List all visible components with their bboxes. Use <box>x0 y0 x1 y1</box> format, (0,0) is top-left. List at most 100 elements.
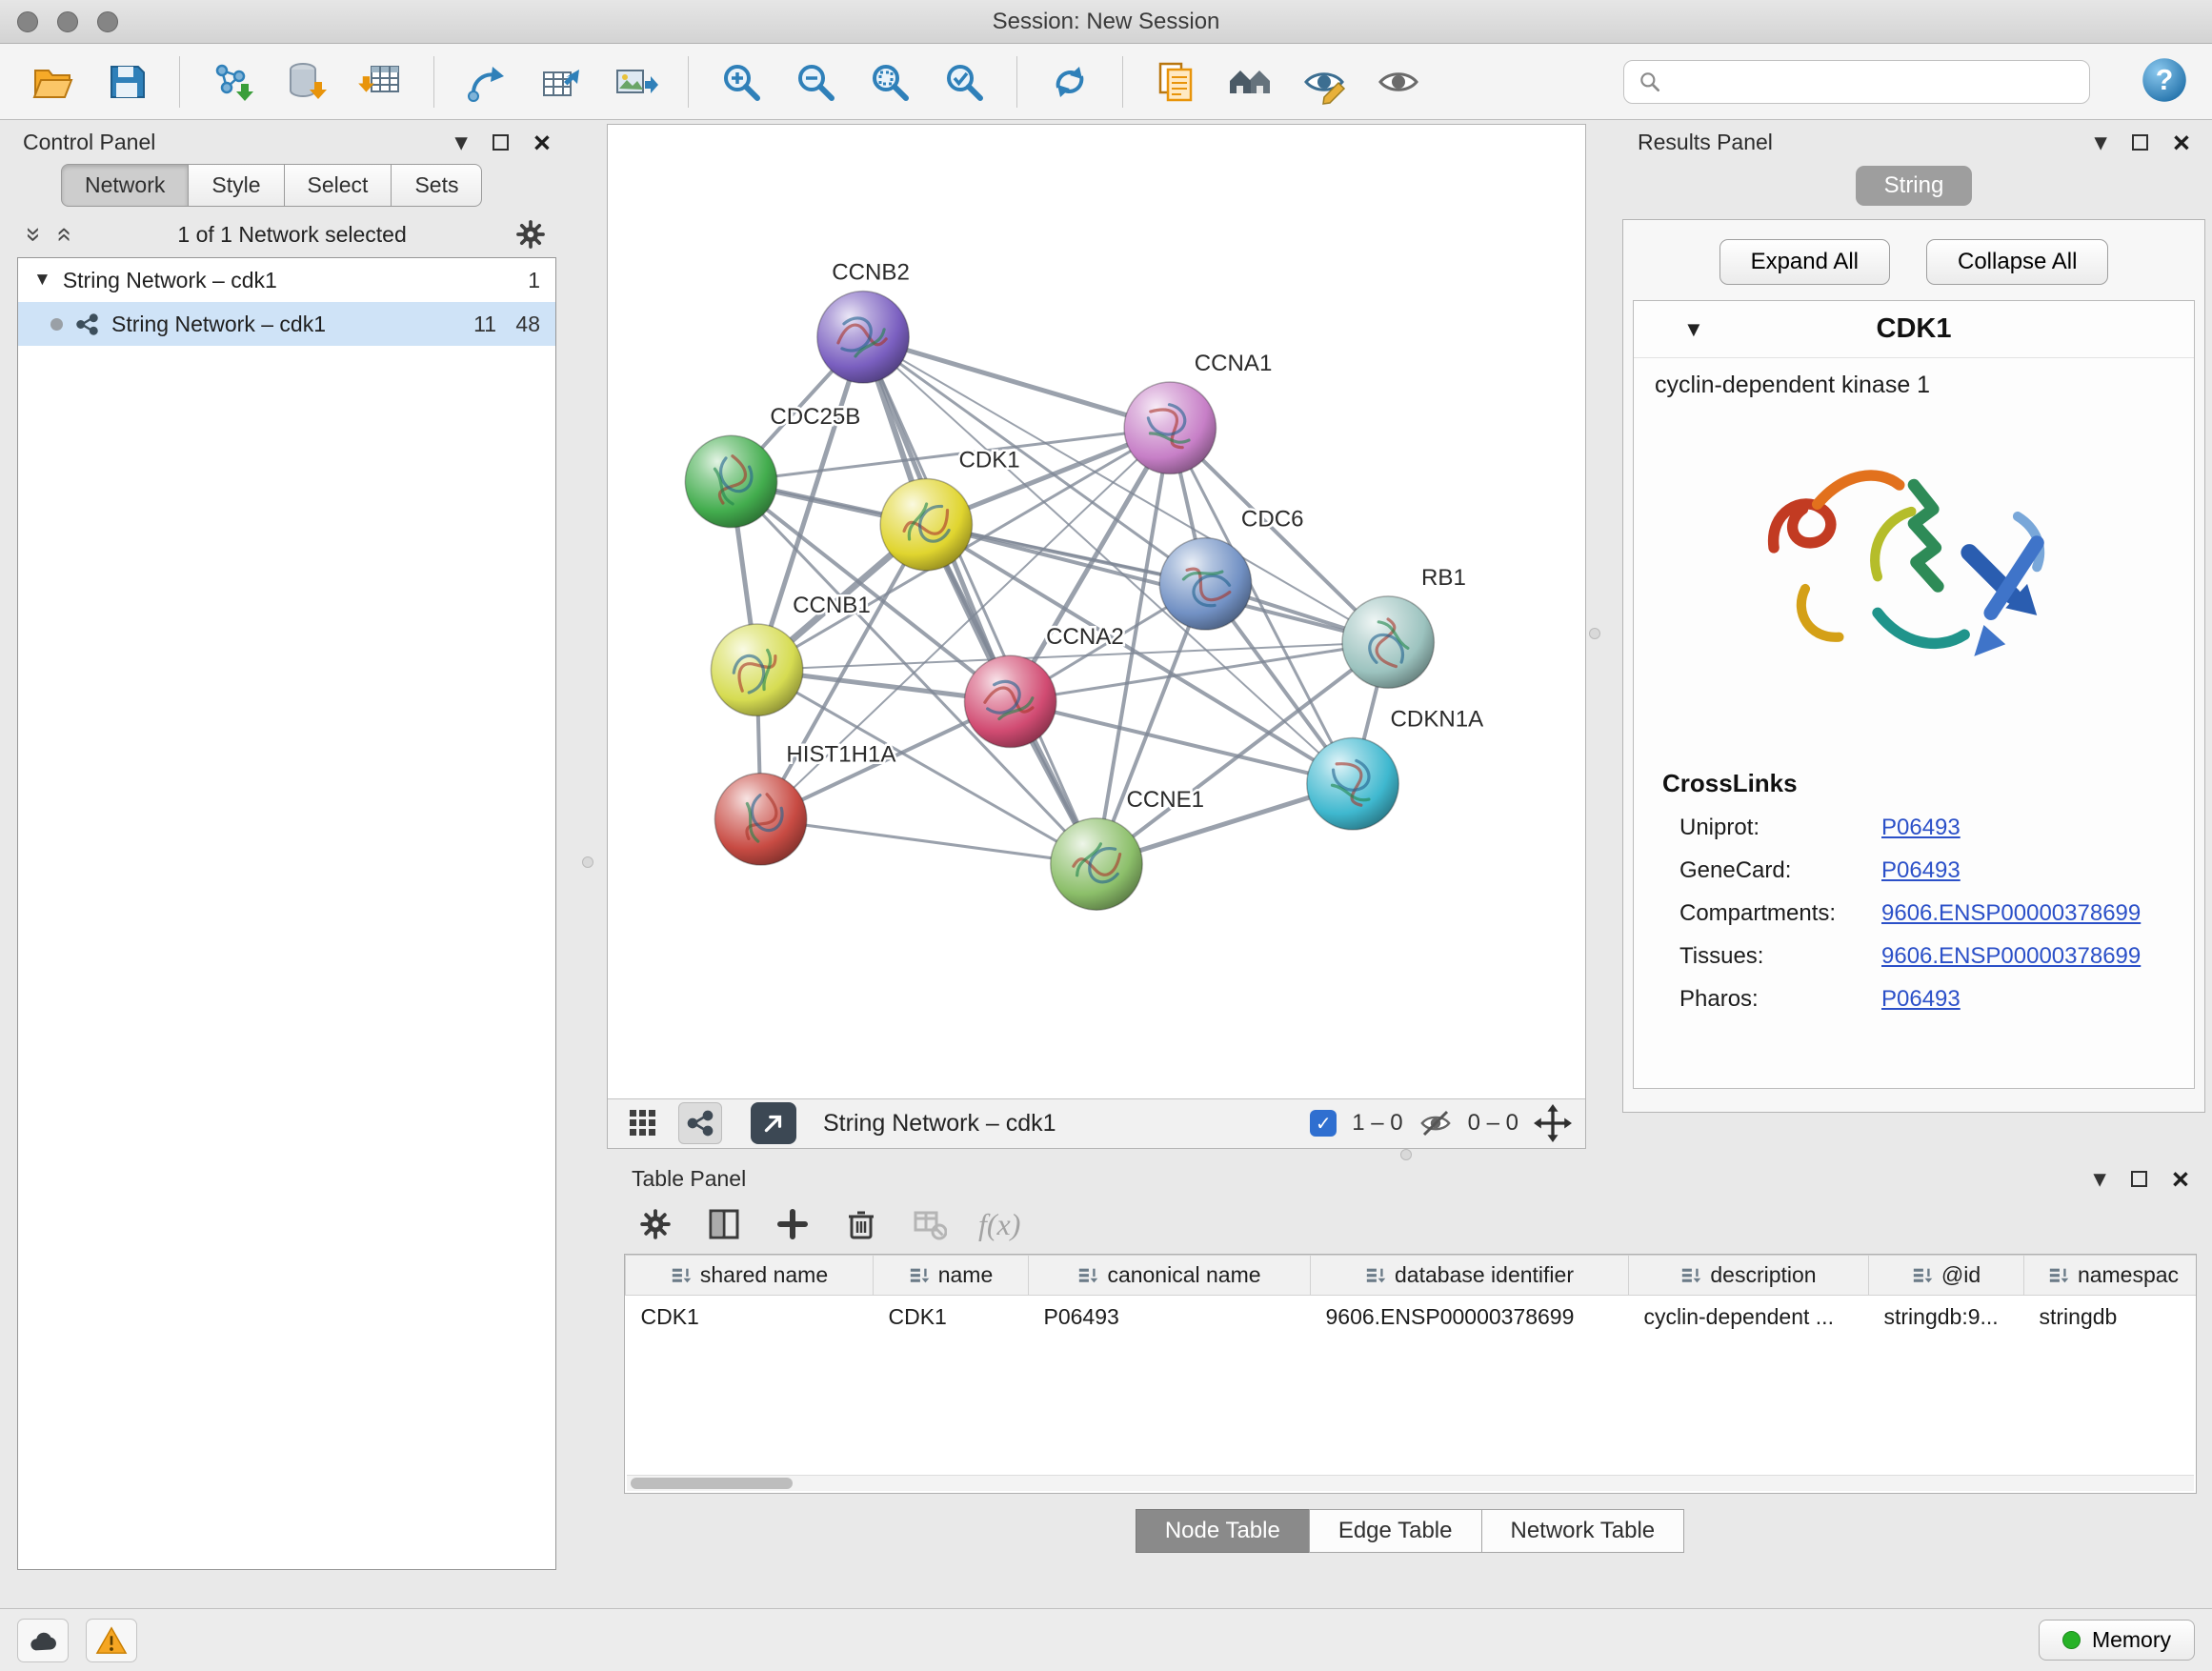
cell-database-identifier[interactable]: 9606.ENSP00000378699 <box>1311 1296 1629 1339</box>
export-table-button[interactable] <box>530 50 593 113</box>
memory-indicator[interactable]: Memory <box>2039 1620 2195 1661</box>
network-node-ccne1[interactable] <box>1051 818 1142 910</box>
network-node-ccna2[interactable] <box>964 655 1056 747</box>
cell-id[interactable]: stringdb:9... <box>1869 1296 2024 1339</box>
network-row[interactable]: String Network – cdk1 11 48 <box>18 302 555 346</box>
zoom-in-button[interactable] <box>710 50 773 113</box>
network-node-ccna1[interactable] <box>1124 382 1216 473</box>
expand-all-button[interactable]: Expand All <box>1719 239 1890 285</box>
show-view-button[interactable] <box>1367 50 1430 113</box>
column-header[interactable]: namespac <box>2024 1256 2198 1296</box>
zoom-selected-button[interactable] <box>933 50 995 113</box>
tab-style[interactable]: Style <box>189 164 284 207</box>
close-window-button[interactable] <box>17 11 38 32</box>
column-header[interactable]: shared name <box>626 1256 874 1296</box>
neighborhood-button[interactable] <box>1218 50 1281 113</box>
grid-view-button[interactable] <box>621 1102 665 1144</box>
tab-select[interactable]: Select <box>285 164 392 207</box>
expand-all-icon[interactable]: » <box>51 227 72 242</box>
horizontal-splitter-handle[interactable] <box>1400 1149 1412 1160</box>
network-edge[interactable] <box>863 337 1170 428</box>
tab-sets[interactable]: Sets <box>392 164 482 207</box>
pan-tool-icon[interactable] <box>1534 1104 1572 1142</box>
delete-column-button[interactable] <box>841 1204 881 1244</box>
network-edge[interactable] <box>926 525 1388 642</box>
network-graph[interactable]: CCNB2CCNA1CDC25BCDK1CDC6RB1CCNB1CCNA2CDK… <box>608 125 1585 1098</box>
network-edge[interactable] <box>863 337 1096 864</box>
search-box[interactable] <box>1623 60 2090 104</box>
close-panel-icon[interactable]: × <box>2173 128 2190 157</box>
import-network-file-button[interactable] <box>201 50 264 113</box>
string-results-tab[interactable]: String <box>1856 166 1973 206</box>
network-view-mode-button[interactable] <box>678 1102 722 1144</box>
panel-menu-icon[interactable]: ▾ <box>2093 1166 2106 1192</box>
float-panel-icon[interactable] <box>2131 1171 2147 1187</box>
open-session-button[interactable] <box>21 50 84 113</box>
table-row[interactable]: CDK1 CDK1 P06493 9606.ENSP00000378699 cy… <box>626 1296 2198 1339</box>
horizontal-scrollbar[interactable] <box>627 1475 2194 1491</box>
network-node-hist1h1a[interactable] <box>714 774 806 865</box>
close-panel-icon[interactable]: × <box>533 128 551 157</box>
tab-network[interactable]: Network <box>61 164 189 207</box>
right-splitter-handle[interactable] <box>1589 628 1600 639</box>
genecard-link[interactable]: P06493 <box>1881 857 1961 884</box>
network-options-gear-icon[interactable] <box>514 218 547 251</box>
column-header[interactable]: @id <box>1869 1256 2024 1296</box>
tissues-link[interactable]: 9606.ENSP00000378699 <box>1881 943 2141 970</box>
edge-table-tab[interactable]: Edge Table <box>1309 1509 1482 1553</box>
table-options-button[interactable] <box>635 1204 675 1244</box>
network-table-tab[interactable]: Network Table <box>1481 1509 1685 1553</box>
network-node-rb1[interactable] <box>1342 596 1434 688</box>
float-panel-icon[interactable] <box>493 134 509 151</box>
column-header[interactable]: canonical name <box>1029 1256 1311 1296</box>
copy-document-button[interactable] <box>1144 50 1207 113</box>
zoom-window-button[interactable] <box>97 11 118 32</box>
help-button[interactable]: ? <box>2138 55 2191 109</box>
network-node-ccnb1[interactable] <box>711 624 802 715</box>
network-edge[interactable] <box>761 819 1096 864</box>
cell-shared-name[interactable]: CDK1 <box>626 1296 874 1339</box>
warning-status-button[interactable] <box>86 1619 137 1662</box>
cell-description[interactable]: cyclin-dependent ... <box>1629 1296 1869 1339</box>
network-collection-row[interactable]: ▼ String Network – cdk1 1 <box>18 258 555 302</box>
show-columns-button[interactable] <box>704 1204 744 1244</box>
hide-annotation-button[interactable] <box>1293 50 1356 113</box>
open-in-new-window-button[interactable] <box>751 1102 796 1144</box>
compartments-link[interactable]: 9606.ENSP00000378699 <box>1881 900 2141 927</box>
zoom-fit-button[interactable] <box>858 50 921 113</box>
node-table[interactable]: shared name name canonical name database… <box>624 1254 2197 1494</box>
export-network-button[interactable] <box>455 50 518 113</box>
panel-menu-icon[interactable]: ▾ <box>2094 130 2107 155</box>
cell-name[interactable]: CDK1 <box>874 1296 1029 1339</box>
pharos-link[interactable]: P06493 <box>1881 986 1961 1013</box>
collapse-all-icon[interactable]: » <box>24 227 45 242</box>
cell-namespace[interactable]: stringdb <box>2024 1296 2198 1339</box>
float-panel-icon[interactable] <box>2132 134 2148 151</box>
scrollbar-thumb[interactable] <box>631 1478 793 1489</box>
cell-canonical-name[interactable]: P06493 <box>1029 1296 1311 1339</box>
network-node-cdk1[interactable] <box>880 478 972 570</box>
column-header[interactable]: name <box>874 1256 1029 1296</box>
export-image-button[interactable] <box>604 50 667 113</box>
panel-menu-icon[interactable]: ▾ <box>454 130 468 155</box>
save-session-button[interactable] <box>95 50 158 113</box>
collapse-all-button[interactable]: Collapse All <box>1926 239 2108 285</box>
network-node-cdc25b[interactable] <box>685 435 776 527</box>
apply-layout-button[interactable] <box>1038 50 1101 113</box>
import-network-database-button[interactable] <box>275 50 338 113</box>
create-column-button[interactable] <box>773 1204 813 1244</box>
delete-table-button[interactable] <box>910 1204 950 1244</box>
column-header[interactable]: database identifier <box>1311 1256 1629 1296</box>
network-node-cdc6[interactable] <box>1159 538 1251 630</box>
search-input[interactable] <box>1672 69 2076 94</box>
minimize-window-button[interactable] <box>57 11 78 32</box>
cloud-status-button[interactable] <box>17 1619 69 1662</box>
zoom-out-button[interactable] <box>784 50 847 113</box>
collection-expand-icon[interactable]: ▼ <box>33 270 51 291</box>
network-node-ccnb2[interactable] <box>817 292 909 383</box>
column-header[interactable]: description <box>1629 1256 1869 1296</box>
network-node-cdkn1a[interactable] <box>1307 737 1398 829</box>
node-table-tab[interactable]: Node Table <box>1136 1509 1310 1553</box>
close-panel-icon[interactable]: × <box>2172 1164 2189 1194</box>
left-splitter-handle[interactable] <box>582 856 593 868</box>
